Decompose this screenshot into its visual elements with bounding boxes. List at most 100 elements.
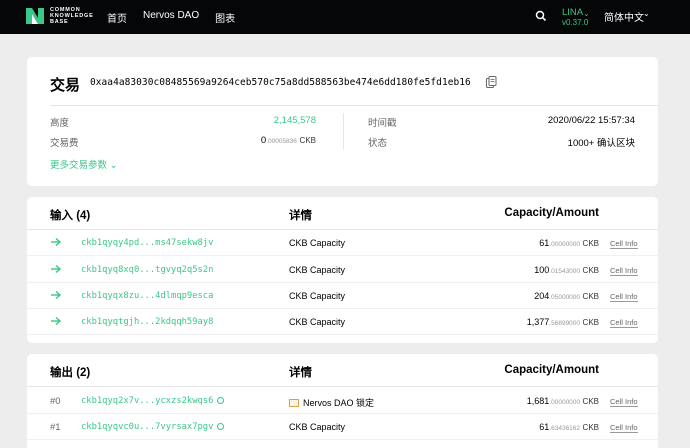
amount-integer: 204 (534, 291, 550, 301)
page-title: 交易 (50, 77, 81, 94)
capacity-amount: 61.00000000 CKB (539, 238, 599, 248)
input-row: ckb1qyqtgjh...2kdqqh59ay8 CKB Capacity 1,3… (27, 309, 658, 335)
outputs-card: 输出 (2) 详情 Capacity/Amount #0 ckb1qyq2x7v.… (27, 354, 658, 448)
amount-unit: CKB (582, 239, 599, 248)
cell-info-link[interactable]: Cell Info (610, 423, 638, 433)
amount-integer: 61 (539, 238, 550, 248)
fee-value: 0.00005836 CKB (261, 135, 316, 146)
top-navigation-bar: COMMON KNOWLEDGE BASE 首页 Nervos DAO 图表 L… (0, 0, 690, 34)
detail-text: CKB Capacity (289, 238, 346, 248)
cell-detail: CKB Capacity (289, 317, 345, 327)
address-text: ckb1qyqx8zu...4dlmqp9esca (81, 291, 214, 301)
fee-decimal: .00005836 (266, 138, 297, 145)
nav-charts[interactable]: 图表 (215, 10, 235, 25)
amount-integer: 1,681 (526, 396, 550, 406)
transaction-hash: 0xaa4a83030c08485569a9264ceb570c75a8dd58… (90, 77, 471, 88)
vertical-divider (343, 113, 344, 149)
amount-unit: CKB (582, 423, 599, 432)
address-text: ckb1qyqvc0u...7vyrsax7pgv (81, 422, 214, 432)
amount-integer: 100 (534, 265, 550, 275)
fee-label: 交易费 (50, 138, 79, 149)
height-label: 高度 (50, 118, 70, 129)
capacity-amount: 1,681.00000000 CKB (527, 396, 599, 406)
chevron-down-icon: ⌄ (109, 160, 118, 171)
amount-integer: 1,377 (526, 317, 550, 327)
amount-decimal: .63436162 (549, 425, 581, 432)
fee-unit: CKB (299, 136, 316, 145)
ckb-logo[interactable]: COMMON KNOWLEDGE BASE (25, 6, 120, 26)
amount-decimal: .05000000 (549, 294, 581, 301)
amount-unit: CKB (582, 266, 599, 275)
cell-info-link[interactable]: Cell Info (610, 397, 638, 407)
cell-detail: Nervos DAO 锁定 (289, 396, 374, 409)
arrow-right-icon[interactable] (50, 290, 62, 300)
capacity-amount: 100.01543000 CKB (534, 265, 599, 275)
capacity-amount: 61.63436162 CKB (539, 422, 599, 432)
cell-info-link[interactable]: Cell Info (610, 292, 638, 302)
timestamp-label: 时间戳 (368, 118, 397, 129)
language-selector[interactable]: 简体中文 (604, 9, 644, 24)
outputs-amount-header: Capacity/Amount (504, 364, 599, 376)
cell-info-link[interactable]: Cell Info (610, 318, 638, 328)
main-nav: 首页 Nervos DAO 图表 (107, 10, 235, 25)
arrow-right-icon[interactable] (50, 264, 62, 274)
arrow-right-icon[interactable] (50, 237, 62, 247)
inputs-detail-header: 详情 (289, 210, 312, 222)
copy-icon[interactable] (486, 76, 497, 88)
amount-unit: CKB (582, 318, 599, 327)
amount-decimal: .01543000 (549, 268, 581, 275)
output-row: #1 ckb1qyqvc0u...7vyrsax7pgv CKB Capacity 6… (27, 414, 658, 440)
nervos-dao-icon (289, 399, 299, 407)
status-value: 1000+ 确认区块 (567, 138, 635, 149)
cell-detail: CKB Capacity (289, 291, 345, 301)
ckb-logo-icon (26, 8, 44, 24)
amount-decimal: .56899000 (549, 320, 581, 327)
nav-home[interactable]: 首页 (107, 10, 127, 25)
amount-integer: 61 (539, 422, 550, 432)
capacity-amount: 1,377.56899000 CKB (527, 317, 599, 327)
divider (27, 386, 658, 387)
input-row: ckb1qyq8xq0...tgvyq2q5s2n CKB Capacity 100… (27, 257, 658, 283)
inputs-amount-header: Capacity/Amount (504, 207, 599, 219)
address-text: ckb1qyq2x7v...ycxzs2kwqs6 (81, 396, 214, 406)
inputs-card: 输入 (4) 详情 Capacity/Amount ckb1qyqy4pd...… (27, 197, 658, 343)
inputs-title: 输入 (4) (50, 210, 91, 222)
address-link[interactable]: ckb1qyqvc0u...7vyrsax7pgv (81, 422, 225, 432)
more-params-toggle[interactable]: 更多交易参数 ⌄ (50, 157, 118, 171)
address-link[interactable]: ckb1qyq8xq0...tgvyq2q5s2n (81, 265, 213, 275)
amount-decimal: .00000000 (549, 241, 581, 248)
address-text: ckb1qyq8xq0...tgvyq2q5s2n (81, 265, 214, 275)
timestamp-value: 2020/06/22 15:57:34 (547, 115, 635, 126)
detail-text: CKB Capacity (289, 265, 346, 275)
live-cell-icon (217, 423, 225, 430)
output-index: #1 (50, 422, 61, 433)
live-cell-icon (217, 397, 225, 404)
language-chevron-down-icon[interactable]: ⌄ (643, 9, 650, 18)
arrow-right-icon[interactable] (50, 316, 62, 326)
status-label: 状态 (368, 138, 388, 149)
address-link[interactable]: ckb1qyqy4pd...ms47sekw8jv (81, 238, 213, 248)
input-row: ckb1qyqx8zu...4dlmqp9esca CKB Capacity 204… (27, 283, 658, 309)
outputs-detail-header: 详情 (289, 367, 312, 379)
amount-decimal: .00000000 (549, 399, 581, 406)
address-link[interactable]: ckb1qyqx8zu...4dlmqp9esca (81, 291, 213, 301)
amount-unit: CKB (582, 292, 599, 301)
detail-text: CKB Capacity (289, 422, 346, 432)
cell-detail: CKB Capacity (289, 238, 345, 248)
nav-nervos-dao[interactable]: Nervos DAO (143, 10, 199, 25)
output-row: #0 ckb1qyq2x7v...ycxzs2kwqs6 Nervos DAO 锁定… (27, 388, 658, 414)
cell-detail: CKB Capacity (289, 265, 345, 275)
cell-info-link[interactable]: Cell Info (610, 266, 638, 276)
search-icon[interactable] (535, 10, 547, 22)
address-link[interactable]: ckb1qyq2x7v...ycxzs2kwqs6 (81, 396, 225, 406)
detail-text: CKB Capacity (289, 291, 346, 301)
detail-text: CKB Capacity (289, 317, 346, 327)
input-row: ckb1qyqy4pd...ms47sekw8jv CKB Capacity 61.… (27, 230, 658, 256)
cell-detail: CKB Capacity (289, 422, 345, 432)
capacity-amount: 204.05000000 CKB (534, 291, 599, 301)
cell-info-link[interactable]: Cell Info (610, 239, 638, 249)
address-link[interactable]: ckb1qyqtgjh...2kdqqh59ay8 (81, 317, 213, 327)
block-height-link[interactable]: 2,145,578 (274, 115, 316, 126)
amount-unit: CKB (582, 397, 599, 406)
chain-chevron-down-icon[interactable]: ⌄ (583, 9, 590, 18)
